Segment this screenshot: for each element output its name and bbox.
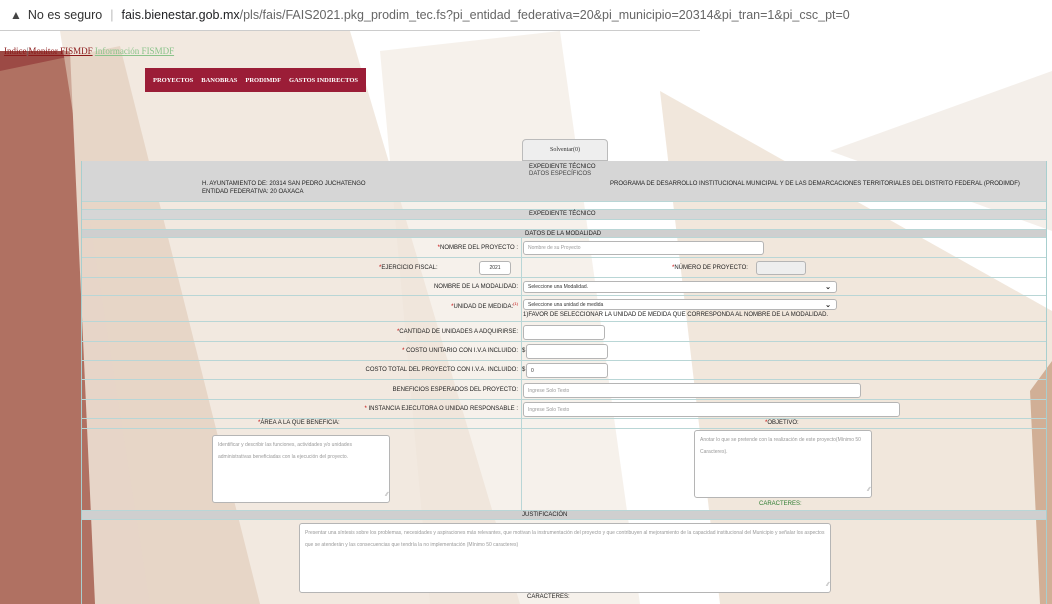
objetivo-label-text: OBJETIVO: xyxy=(767,420,799,426)
ejercicio-input[interactable]: 2021 xyxy=(479,261,511,275)
row-nombre: *NOMBRE DEL PROYECTO : Nombre de su Proy… xyxy=(82,238,1046,258)
justificacion-textarea[interactable]: Presentar una síntesis sobre los problem… xyxy=(299,523,831,593)
section-modalidad: DATOS DE LA MODALIDAD xyxy=(82,230,1046,238)
area-label-text: ÁREA A LA QUE BENEFICIA: xyxy=(260,420,340,426)
numero-label-text: NÚMERO DE PROYECTO: xyxy=(674,265,748,271)
header-title: EXPEDIENTE TÉCNICO xyxy=(529,164,596,170)
row-instancia: * INSTANCIA EJECUTORA O UNIDAD RESPONSAB… xyxy=(82,400,1046,419)
costo-unitario-label: * COSTO UNITARIO CON I.V.A INCLUIDO: xyxy=(402,348,518,354)
cantidad-label: *CANTIDAD DE UNIDADES A ADQUIRIRSE: xyxy=(397,329,518,335)
ejercicio-label: *EJERCICIO FISCAL: xyxy=(379,265,438,271)
unidad-selected: Seleccione una unidad de medida xyxy=(528,301,604,308)
row-cantidad: *CANTIDAD DE UNIDADES A ADQUIRIRSE: xyxy=(82,322,1046,342)
objetivo-caracteres: CARACTERES: xyxy=(759,501,802,507)
url-domain: fais.bienestar.gob.mx xyxy=(121,8,240,22)
breadcrumb-info-link[interactable]: Información FISMDF xyxy=(95,46,174,56)
area-textarea[interactable]: Identificar y describir las funciones, a… xyxy=(212,435,390,503)
row-unidad: *UNIDAD DE MEDIDA:(1) Seleccione una uni… xyxy=(82,296,1046,322)
nombre-label-text: NOMBRE DEL PROYECTO : xyxy=(439,245,518,251)
menu-item-prodimdf[interactable]: PRODIMDF xyxy=(245,77,281,84)
unidad-footnote-mark: (1) xyxy=(513,301,518,306)
row-costo-total: COSTO TOTAL DEL PROYECTO CON I.V.A. INCL… xyxy=(82,361,1046,380)
cantidad-label-text: CANTIDAD DE UNIDADES A ADQUIRIRSE: xyxy=(399,329,518,335)
area-label: *ÁREA A LA QUE BENEFICIA: xyxy=(258,420,340,426)
menu-item-proyectos[interactable]: PROYECTOS xyxy=(153,77,193,84)
row-area-objetivo: Identificar y describir las funciones, a… xyxy=(82,429,1046,511)
spacer xyxy=(82,220,1046,230)
breadcrumb-monitor-link[interactable]: Monitor FISMDF xyxy=(28,46,92,56)
currency-symbol: $ xyxy=(522,367,526,373)
unidad-select[interactable]: Seleccione una unidad de medida ⌄ xyxy=(523,299,837,310)
column-divider xyxy=(521,429,522,511)
beneficios-label: BENEFICIOS ESPERADOS DEL PROYECTO: xyxy=(392,387,518,393)
row-modalidad: NOMBRE DE LA MODALIDAD: Seleccione una M… xyxy=(82,278,1046,296)
chevron-down-icon: ⌄ xyxy=(825,301,831,309)
divider: | xyxy=(110,8,114,22)
costo-unitario-input[interactable] xyxy=(526,344,608,359)
costo-total-label: COSTO TOTAL DEL PROYECTO CON I.V.A. INCL… xyxy=(365,367,518,373)
ayuntamiento-text: H. AYUNTAMIENTO DE: 20314 SAN PEDRO JUCH… xyxy=(202,181,366,187)
nombre-label: *NOMBRE DEL PROYECTO : xyxy=(438,245,518,251)
section-expediente: EXPEDIENTE TÉCNICO xyxy=(82,210,1046,220)
numero-label: *NÚMERO DE PROYECTO: xyxy=(672,265,748,271)
nombre-input[interactable]: Nombre de su Proyecto xyxy=(523,241,764,255)
section-expediente-title: EXPEDIENTE TÉCNICO xyxy=(529,211,596,217)
row-costo-unitario: * COSTO UNITARIO CON I.V.A INCLUIDO: $ xyxy=(82,342,1046,361)
numero-input[interactable] xyxy=(756,261,806,275)
area-placeholder: Identificar y describir las funciones, a… xyxy=(218,442,352,460)
breadcrumb: Indice|Monitor FISMDF Información FISMDF xyxy=(4,46,174,56)
programa-text: PROGRAMA DE DESARROLLO INSTITUCIONAL MUN… xyxy=(610,181,1020,187)
justificacion-caracteres: CARACTERES: xyxy=(527,594,570,600)
modalidad-selected: Seleccione una Modalidad. xyxy=(528,284,589,290)
resize-grip-icon: ∕∕ xyxy=(826,582,829,588)
solventar-button[interactable]: Solventar(0) xyxy=(522,139,608,161)
entidad-text: ENTIDAD FEDERATIVA: 20 OAXACA xyxy=(202,189,304,195)
section-modalidad-title: DATOS DE LA MODALIDAD xyxy=(525,231,602,237)
form-header: EXPEDIENTE TÉCNICO DATOS ESPECÍFICOS H. … xyxy=(82,161,1046,202)
costo-unitario-label-text: COSTO UNITARIO CON I.V.A INCLUIDO: xyxy=(404,348,518,354)
currency-symbol: $ xyxy=(522,348,526,354)
instancia-label: * INSTANCIA EJECUTORA O UNIDAD RESPONSAB… xyxy=(365,406,519,412)
header-subtitle: DATOS ESPECÍFICOS xyxy=(529,171,592,177)
section-justificacion-title: JUSTIFICACIÓN xyxy=(522,512,568,518)
menu-item-banobras[interactable]: BANOBRAS xyxy=(201,77,237,84)
costo-total-input[interactable]: 0 xyxy=(526,363,608,378)
modalidad-select[interactable]: Seleccione una Modalidad. ⌄ xyxy=(523,281,837,293)
unidad-label: *UNIDAD DE MEDIDA:(1) xyxy=(451,301,518,310)
beneficios-input[interactable]: Ingrese Solo Texto xyxy=(523,383,861,398)
objetivo-label: *OBJETIVO: xyxy=(765,420,799,426)
objetivo-textarea[interactable]: Anotar lo que se pretende con la realiza… xyxy=(694,430,872,498)
ejercicio-label-text: EJERCICIO FISCAL: xyxy=(381,265,438,271)
main-menu: PROYECTOS BANOBRAS PRODIMDF GASTOS INDIR… xyxy=(145,68,366,92)
instancia-input[interactable]: Ingrese Solo Texto xyxy=(523,402,900,417)
resize-grip-icon: ∕∕ xyxy=(867,487,870,493)
modalidad-label: NOMBRE DE LA MODALIDAD: xyxy=(433,284,518,290)
spacer xyxy=(82,202,1046,210)
section-justificacion: JUSTIFICACIÓN xyxy=(82,511,1046,520)
row-beneficios: BENEFICIOS ESPERADOS DEL PROYECTO: Ingre… xyxy=(82,380,1046,400)
resize-grip-icon: ∕∕ xyxy=(385,492,388,498)
security-warning: No es seguro xyxy=(27,8,103,22)
chevron-down-icon: ⌄ xyxy=(825,284,831,291)
warning-icon: ▲ xyxy=(10,8,22,22)
expediente-form: EXPEDIENTE TÉCNICO DATOS ESPECÍFICOS H. … xyxy=(81,161,1047,604)
objetivo-placeholder: Anotar lo que se pretende con la realiza… xyxy=(700,437,861,455)
row-area-objetivo-header: *ÁREA A LA QUE BENEFICIA: *OBJETIVO: xyxy=(82,419,1046,429)
breadcrumb-indice-link[interactable]: Indice xyxy=(4,46,27,56)
row-ejercicio: *EJERCICIO FISCAL: 2021 *NÚMERO DE PROYE… xyxy=(82,258,1046,278)
justificacion-placeholder: Presentar una síntesis sobre los problem… xyxy=(305,530,825,548)
instancia-label-text: INSTANCIA EJECUTORA O UNIDAD RESPONSABLE… xyxy=(366,406,519,412)
url-path: /pls/fais/FAIS2021.pkg_prodim_tec.fs?pi_… xyxy=(239,8,850,22)
unidad-note: 1)FAVOR DE SELECCIONAR LA UNIDAD DE MEDI… xyxy=(523,312,829,318)
cantidad-input[interactable] xyxy=(523,325,605,340)
menu-item-gastos-indirectos[interactable]: GASTOS INDIRECTOS xyxy=(289,77,358,84)
address-bar[interactable]: ▲ No es seguro | fais.bienestar.gob.mx /… xyxy=(0,0,1052,30)
unidad-label-text: UNIDAD DE MEDIDA: xyxy=(453,304,514,310)
